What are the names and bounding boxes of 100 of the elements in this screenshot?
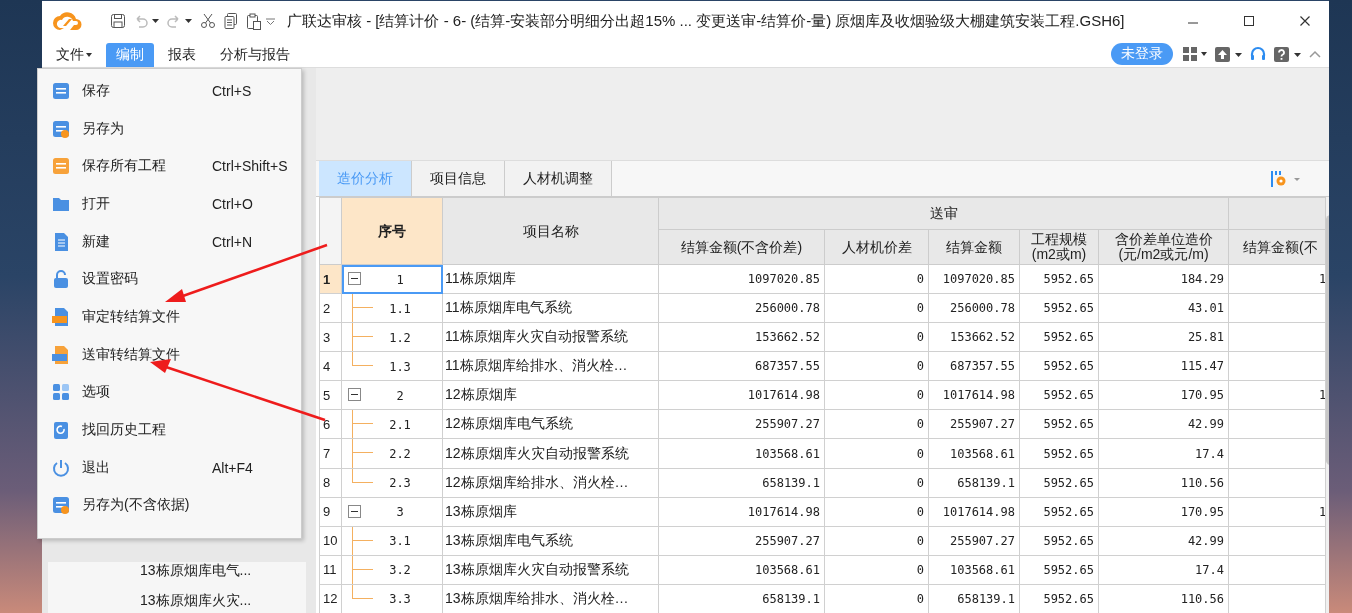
- row-number[interactable]: 1: [319, 264, 342, 294]
- row-number[interactable]: 9: [319, 497, 342, 527]
- menu-item[interactable]: 新建 Ctrl+N: [38, 222, 301, 261]
- menu-item-label: 另存为: [82, 119, 125, 138]
- maximize-icon[interactable]: [1243, 15, 1255, 27]
- headset-icon[interactable]: [1250, 46, 1266, 62]
- close-icon[interactable]: [1299, 15, 1311, 27]
- column-header[interactable]: 结算金额(不: [1228, 229, 1326, 265]
- row-number[interactable]: 10: [319, 526, 342, 556]
- paste-icon[interactable]: [246, 12, 262, 30]
- menu-item[interactable]: 保存 Ctrl+S: [38, 72, 301, 110]
- menu-item-label: 打开: [82, 194, 111, 213]
- table-cell: 0: [824, 322, 929, 352]
- cut-icon[interactable]: [200, 13, 216, 29]
- table-cell: 687357.55: [658, 351, 825, 381]
- collapse-toggle[interactable]: [348, 504, 361, 518]
- item-code: 3.1: [388, 534, 412, 549]
- restore-icon: [52, 420, 70, 441]
- row-number[interactable]: 5: [319, 380, 342, 410]
- column-header[interactable]: 人材机价差: [824, 229, 929, 265]
- table-cell: 13栋原烟库: [442, 497, 659, 527]
- table-cell: 255907.27: [928, 526, 1020, 556]
- table-cell: 0: [824, 351, 929, 381]
- row-number[interactable]: 12: [319, 584, 342, 613]
- column-header[interactable]: 结算金额(不含价差): [658, 229, 825, 265]
- caret-icon[interactable]: [185, 19, 192, 23]
- caret-icon[interactable]: [152, 19, 159, 23]
- tab[interactable]: 人材机调整: [505, 161, 612, 196]
- tree-item[interactable]: 13栋原烟库电气...: [140, 562, 306, 580]
- table-cell: 13栋原烟库电气系统: [442, 526, 659, 556]
- row-number[interactable]: 11: [319, 555, 342, 585]
- menu-tab[interactable]: 文件: [46, 43, 102, 67]
- customize-caret-icon[interactable]: [266, 17, 275, 25]
- tree-line: [352, 410, 373, 438]
- row-number[interactable]: 3: [319, 322, 342, 352]
- table-cell: 153662.52: [928, 322, 1020, 352]
- menu-item-label: 另存为(不含依据): [82, 496, 191, 515]
- table-cell: 17.4: [1098, 555, 1229, 585]
- save-icon: [52, 156, 70, 177]
- upload-icon[interactable]: [1215, 46, 1242, 62]
- item-code: 2: [395, 388, 405, 403]
- row-number[interactable]: 7: [319, 438, 342, 469]
- column-group-header: 送审: [658, 197, 1229, 230]
- menu-item[interactable]: 另存为(不含依据): [38, 486, 301, 525]
- save-icon[interactable]: [110, 13, 126, 29]
- menu-tab[interactable]: 分析与报告: [210, 43, 300, 67]
- table-cell: 110.56: [1098, 468, 1229, 498]
- table-cell: 5952.65: [1019, 409, 1099, 439]
- table-cell: 0: [824, 526, 929, 556]
- column-header[interactable]: 项目名称: [442, 197, 659, 265]
- file-icon: [52, 306, 70, 327]
- item-code: 1.3: [388, 359, 412, 374]
- table-cell: 1017614.98: [928, 380, 1020, 410]
- column-header[interactable]: 序号: [341, 197, 443, 265]
- item-code: 3: [395, 505, 405, 520]
- row-number[interactable]: 2: [319, 293, 342, 323]
- table-cell: 11栋原烟库给排水、消火栓…: [442, 351, 659, 381]
- menu-item[interactable]: 另存为: [38, 109, 301, 148]
- item-code: 2.2: [388, 447, 412, 461]
- menu-item-label: 审定转结算文件: [82, 307, 181, 326]
- tree-item[interactable]: 13栋原烟库火灾...: [140, 592, 306, 610]
- menu-item[interactable]: 找回历史工程: [38, 411, 301, 449]
- help-icon[interactable]: [1274, 46, 1301, 62]
- shortcut-text: Alt+F4: [212, 459, 253, 476]
- grid-icon[interactable]: [1183, 47, 1207, 61]
- collapse-toggle[interactable]: [348, 388, 361, 402]
- row-number[interactable]: 6: [319, 409, 342, 439]
- table-cell: 103568.61: [928, 438, 1020, 469]
- row-number[interactable]: 8: [319, 468, 342, 498]
- menu-item[interactable]: 审定转结算文件: [38, 298, 301, 336]
- menu-item[interactable]: 选项: [38, 373, 301, 412]
- collapse-icon[interactable]: [1309, 50, 1321, 58]
- menu-item-label: 设置密码: [82, 270, 139, 289]
- table-cell: 170.95: [1098, 497, 1229, 527]
- item-code: 1.1: [388, 301, 412, 316]
- row-number[interactable]: 4: [319, 351, 342, 381]
- menu-item[interactable]: 退出 Alt+F4: [38, 448, 301, 487]
- table-cell: 0: [824, 264, 929, 294]
- tab[interactable]: 项目信息: [412, 161, 505, 196]
- menu-item[interactable]: 保存所有工程 Ctrl+Shift+S: [38, 147, 301, 186]
- grid-icon: [52, 382, 70, 403]
- collapse-toggle[interactable]: [348, 272, 361, 285]
- table-cell: 103568.61: [928, 555, 1020, 585]
- menu-item[interactable]: 设置密码: [38, 260, 301, 299]
- menu-tab[interactable]: 报表: [158, 43, 206, 67]
- table-cell: 153662.52: [658, 322, 825, 352]
- table-cell: 42.99: [1098, 526, 1229, 556]
- table-cell: 12栋原烟库火灾自动报警系统: [442, 438, 659, 469]
- menu-item[interactable]: 打开 Ctrl+O: [38, 185, 301, 223]
- table-cell: 17.4: [1098, 438, 1229, 469]
- table-cell: 5952.65: [1019, 380, 1099, 410]
- item-code: 2.1: [388, 417, 412, 432]
- column-header[interactable]: 含价差单位造价 (元/m2或元/m): [1098, 229, 1229, 265]
- table-cell: 42.99: [1098, 409, 1229, 439]
- menu-item[interactable]: 送审转结算文件: [38, 335, 301, 374]
- table-cell: 687357.55: [928, 351, 1020, 381]
- column-header[interactable]: 工程规模 (m2或m): [1019, 229, 1099, 265]
- copy-icon[interactable]: [224, 13, 238, 29]
- column-header[interactable]: 结算金额: [928, 229, 1020, 265]
- column-settings-icon[interactable]: [1271, 169, 1301, 188]
